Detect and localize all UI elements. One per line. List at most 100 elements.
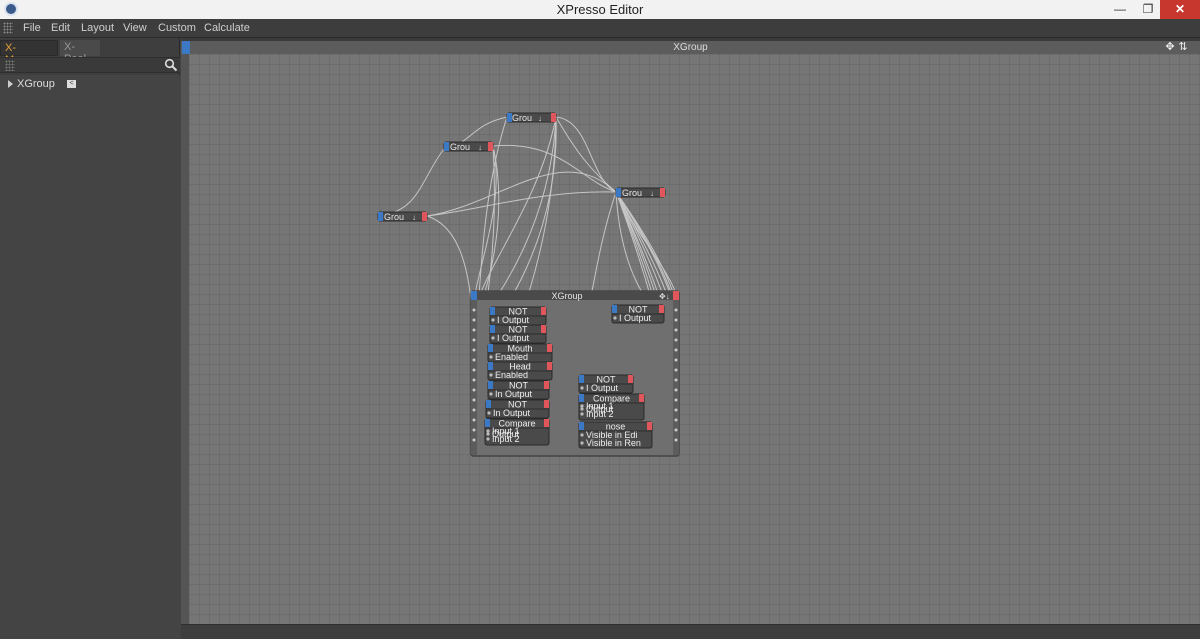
port-dot[interactable] [580,407,584,411]
node-input-port[interactable] [490,307,495,315]
move-view-icon[interactable]: ✥ [1164,41,1176,53]
expand-arrow-icon[interactable] [8,80,13,88]
node-input-port[interactable] [612,305,617,313]
node-output-port[interactable] [544,381,549,389]
xgroup-move-icon[interactable]: ✥↓ [659,292,670,301]
node-output-port[interactable] [628,375,633,383]
group-output-dot[interactable] [674,438,678,442]
menu-view[interactable]: View [123,22,147,34]
group-node-icon[interactable]: ↓ [538,114,542,123]
group-node[interactable]: Grou ↓ [615,187,666,198]
minimize-button[interactable]: — [1106,0,1134,19]
port-dot[interactable] [613,316,617,320]
menu-file[interactable]: File [23,22,41,34]
port-dot[interactable] [486,432,490,436]
tab-x-manager[interactable]: X-Manager [0,40,58,66]
xpresso-node[interactable]: NOTI Output [611,304,665,324]
port-dot[interactable] [580,404,584,408]
node-input-port[interactable] [579,422,584,430]
port-dot[interactable] [489,355,493,359]
group-output-dot[interactable] [674,348,678,352]
xpresso-node[interactable]: HeadEnabled [487,361,553,381]
group-input-dot[interactable] [472,358,476,362]
group-node[interactable]: Grou ↓ [377,211,428,222]
group-output-dot[interactable] [674,368,678,372]
group-input-dot[interactable] [472,318,476,322]
xpresso-node[interactable]: MouthEnabled [487,343,553,363]
node-output-port[interactable] [639,394,644,402]
xpresso-node[interactable]: NOTI Output [489,324,547,344]
port-dot[interactable] [491,336,495,340]
group-output-dot[interactable] [674,308,678,312]
node-graph[interactable]: Grou ↓ Grou ↓ Grou ↓ Grou ↓ XGroup ✥↓ NO… [189,54,1200,624]
restore-button[interactable]: ❐ [1134,0,1162,19]
group-input-dot[interactable] [472,338,476,342]
xpresso-node[interactable]: CompareInput 1OutputInput 2 [578,393,645,421]
port-dot[interactable] [489,373,493,377]
search-icon[interactable] [164,58,178,72]
xpresso-node[interactable]: noseVisible in EdiVisible in Ren [578,421,653,449]
group-input-dot[interactable] [472,368,476,372]
group-node[interactable]: Grou ↓ [506,112,557,123]
group-output-dot[interactable] [674,328,678,332]
search-grip-icon[interactable] [5,60,15,71]
group-input-dot[interactable] [472,418,476,422]
node-input-port[interactable] [488,362,493,370]
xpresso-node[interactable]: NOTIn Output [485,399,550,419]
node-input-port[interactable] [488,381,493,389]
group-output-dot[interactable] [674,398,678,402]
node-input-port[interactable] [485,419,490,427]
xpresso-node[interactable]: NOTI Output [578,374,634,394]
group-node[interactable]: Grou ↓ [443,141,494,152]
node-output-port[interactable] [544,419,549,427]
tab-x-pool[interactable]: X-Pool [60,40,100,65]
port-dot[interactable] [487,411,491,415]
group-output-dot[interactable] [674,418,678,422]
group-input-dot[interactable] [472,408,476,412]
group-output-dot[interactable] [674,358,678,362]
port-dot[interactable] [580,386,584,390]
group-node-icon[interactable]: ↓ [478,143,482,152]
group-node-icon[interactable]: ↓ [650,189,654,198]
group-node-icon[interactable]: ↓ [412,213,416,222]
group-output-dot[interactable] [674,318,678,322]
menu-custom[interactable]: Custom [158,22,196,34]
group-output-dot[interactable] [674,428,678,432]
node-canvas[interactable]: Grou ↓ Grou ↓ Grou ↓ Grou ↓ XGroup ✥↓ NO… [189,54,1200,624]
node-output-port[interactable] [647,422,652,430]
menu-calculate[interactable]: Calculate [204,22,250,34]
node-input-port[interactable] [486,400,491,408]
node-output-port[interactable] [547,344,552,352]
xpresso-node[interactable]: NOTI Output [489,306,547,326]
menu-edit[interactable]: Edit [51,22,70,34]
port-dot[interactable] [580,433,584,437]
zoom-view-icon[interactable]: ⇅ [1177,41,1189,53]
group-input-dot[interactable] [472,398,476,402]
group-output-dot[interactable] [674,338,678,342]
group-input-dot[interactable] [472,388,476,392]
group-input-dot[interactable] [472,438,476,442]
close-button[interactable]: ✕ [1160,0,1200,19]
group-input-dot[interactable] [472,378,476,382]
node-output-port[interactable] [541,325,546,333]
port-dot[interactable] [580,412,584,416]
group-output-dot[interactable] [674,408,678,412]
node-output-port[interactable] [659,305,664,313]
group-input-dot[interactable] [472,328,476,332]
node-input-port[interactable] [488,344,493,352]
xpresso-node[interactable]: CompareInput 1OutputInput 2 [484,418,550,446]
xpresso-node[interactable]: NOTIn Output [487,380,550,400]
tree-flag-icon[interactable]: < [67,80,76,88]
group-input-dot[interactable] [472,348,476,352]
node-input-port[interactable] [579,394,584,402]
group-input-dot[interactable] [472,308,476,312]
menu-grip-icon[interactable] [3,22,13,34]
port-dot[interactable] [489,392,493,396]
node-input-port[interactable] [579,375,584,383]
node-input-port[interactable] [490,325,495,333]
group-output-dot[interactable] [674,378,678,382]
node-output-port[interactable] [544,400,549,408]
menu-layout[interactable]: Layout [81,22,114,34]
port-dot[interactable] [491,318,495,322]
group-output-dot[interactable] [674,388,678,392]
